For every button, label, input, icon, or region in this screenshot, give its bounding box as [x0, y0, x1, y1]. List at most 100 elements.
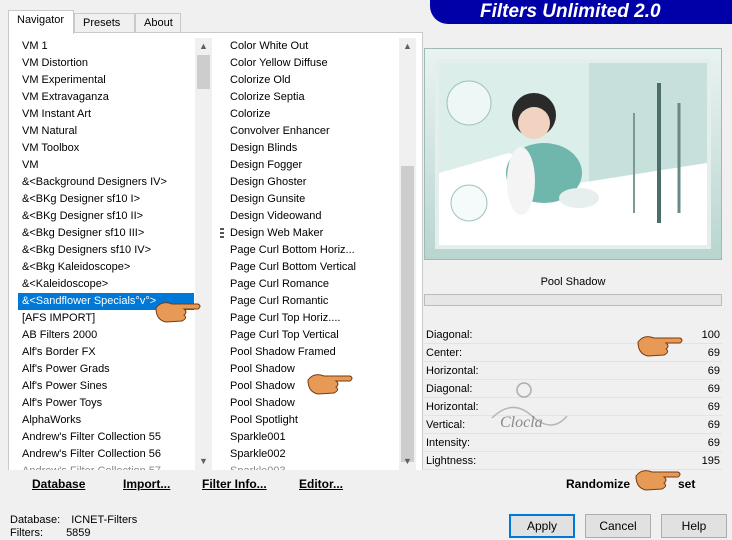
filter-item[interactable]: Page Curl Top Horiz....	[226, 310, 398, 327]
filter-item[interactable]: Design Gunsite	[226, 191, 398, 208]
category-scroll-thumb[interactable]	[197, 55, 210, 89]
category-item[interactable]: AlphaWorks	[18, 412, 194, 429]
filter-item[interactable]: Pool Shadow Framed	[226, 344, 398, 361]
parameter-row[interactable]: Horizontal: 69	[424, 398, 722, 416]
filter-item[interactable]: Colorize	[226, 106, 398, 123]
tab-presets[interactable]: Presets	[74, 13, 135, 33]
category-item[interactable]: &<BKg Designer sf10 II>	[18, 208, 194, 225]
filter-item[interactable]: Design Fogger	[226, 157, 398, 174]
category-item[interactable]: VM Experimental	[18, 72, 194, 89]
filter-list[interactable]: Color White Out Color Yellow Diffuse Color…	[226, 38, 398, 470]
pointing-hand-icon	[155, 302, 201, 323]
scroll-up-icon[interactable]: ▲	[399, 38, 416, 55]
parameter-row[interactable]: Intensity: 69	[424, 434, 722, 452]
watermark-text: Clocla	[500, 414, 543, 431]
filter-item[interactable]: Page Curl Top Vertical	[226, 327, 398, 344]
parameter-label: Vertical:	[426, 419, 466, 431]
tab-bar: Navigator Presets About	[8, 10, 428, 34]
filter-info-button[interactable]: Filter Info...	[202, 474, 267, 494]
category-items: VM 1 VM Distortion VM Experimental VM Extra…	[18, 38, 194, 470]
database-button[interactable]: Database	[32, 474, 85, 494]
winter-scene-illustration	[439, 63, 707, 245]
category-item[interactable]: &<BKg Designer sf10 I>	[18, 191, 194, 208]
parameter-row[interactable]: Vertical: 69	[424, 416, 722, 434]
filter-item[interactable]: Color White Out	[226, 38, 398, 55]
category-item[interactable]: &<Background Designers IV>	[18, 174, 194, 191]
filter-item[interactable]: Convolver Enhancer	[226, 123, 398, 140]
scroll-down-icon[interactable]: ▼	[399, 453, 416, 470]
pointing-hand-icon	[307, 374, 353, 395]
editor-button[interactable]: Editor...	[299, 474, 343, 494]
current-filter-name: Pool Shadow	[540, 276, 606, 288]
category-list[interactable]: VM 1 VM Distortion VM Experimental VM Extra…	[18, 38, 194, 470]
randomize-button[interactable]: Randomize	[566, 474, 630, 494]
app-title-banner: Filters Unlimited 2.0	[430, 0, 732, 24]
category-item[interactable]: VM Extravaganza	[18, 89, 194, 106]
filter-item[interactable]: Design Ghoster	[226, 174, 398, 191]
filter-item[interactable]: Page Curl Romantic	[226, 293, 398, 310]
navigator-toolbar: Database Import... Filter Info... Editor…	[8, 470, 423, 498]
filter-item[interactable]: Pool Spotlight	[226, 412, 398, 429]
cancel-button[interactable]: Cancel	[585, 514, 651, 538]
parameter-label: Horizontal:	[426, 365, 479, 377]
category-item[interactable]: &<Bkg Designer sf10 III>	[18, 225, 194, 242]
help-button[interactable]: Help	[661, 514, 727, 538]
filter-item[interactable]: Pool Shadow	[226, 395, 398, 412]
filter-item[interactable]: Color Yellow Diffuse	[226, 55, 398, 72]
filter-scrollbar[interactable]: ▲ ▼	[399, 38, 416, 470]
filter-item[interactable]: Page Curl Bottom Vertical	[226, 259, 398, 276]
filter-item[interactable]: Page Curl Bottom Horiz...	[226, 242, 398, 259]
category-item[interactable]: Alf's Power Toys	[18, 395, 194, 412]
filter-item[interactable]: Design Videowand	[226, 208, 398, 225]
category-item[interactable]: VM Natural	[18, 123, 194, 140]
apply-button[interactable]: Apply	[509, 514, 575, 538]
scroll-up-icon[interactable]: ▲	[195, 38, 212, 55]
filter-item[interactable]: Colorize Septia	[226, 89, 398, 106]
parameter-value[interactable]: 100	[702, 326, 720, 344]
tab-about[interactable]: About	[135, 13, 181, 33]
parameter-value[interactable]: 69	[708, 362, 720, 380]
parameter-value[interactable]: 69	[708, 416, 720, 434]
pointing-hand-icon	[635, 470, 681, 491]
category-item[interactable]: VM Toolbox	[18, 140, 194, 157]
status-filters: Filters: 5859	[10, 527, 91, 540]
parameter-label: Horizontal:	[426, 401, 479, 413]
category-item[interactable]: Andrew's Filter Collection 56	[18, 446, 194, 463]
progress-bar	[424, 294, 722, 306]
parameter-value[interactable]: 69	[708, 380, 720, 398]
category-item[interactable]: AB Filters 2000	[18, 327, 194, 344]
category-item[interactable]: Alf's Power Grads	[18, 361, 194, 378]
filter-item[interactable]: Sparkle002	[226, 446, 398, 463]
category-item[interactable]: &<Kaleidoscope>	[18, 276, 194, 293]
category-item[interactable]: Andrew's Filter Collection 55	[18, 429, 194, 446]
status-database: Database: ICNET-Filters	[10, 514, 137, 527]
import-button[interactable]: Import...	[123, 474, 170, 494]
tab-navigator[interactable]: Navigator	[8, 10, 74, 34]
category-item[interactable]: VM Distortion	[18, 55, 194, 72]
scroll-down-icon[interactable]: ▼	[195, 453, 212, 470]
category-item[interactable]: VM 1	[18, 38, 194, 55]
category-item[interactable]: Alf's Border FX	[18, 344, 194, 361]
filter-item[interactable]: Colorize Old	[226, 72, 398, 89]
preview-image	[435, 59, 711, 249]
filter-scroll-thumb[interactable]	[401, 166, 414, 462]
category-item[interactable]: VM	[18, 157, 194, 174]
filter-item[interactable]: Sparkle001	[226, 429, 398, 446]
parameter-value[interactable]: 69	[708, 344, 720, 362]
parameter-value[interactable]: 195	[702, 452, 720, 470]
parameter-row[interactable]: Horizontal: 69	[424, 362, 722, 380]
category-item[interactable]: Andrew's Filter Collection 57	[18, 463, 194, 470]
parameter-value[interactable]: 69	[708, 434, 720, 452]
parameter-value[interactable]: 69	[708, 398, 720, 416]
filter-item[interactable]: Design Blinds	[226, 140, 398, 157]
category-item[interactable]: &<Bkg Kaleidoscope>	[18, 259, 194, 276]
category-item[interactable]: Alf's Power Sines	[18, 378, 194, 395]
parameter-row[interactable]: Diagonal: 69	[424, 380, 722, 398]
category-item[interactable]: &<Bkg Designers sf10 IV>	[18, 242, 194, 259]
filter-item[interactable]: Sparkle003	[226, 463, 398, 470]
filter-item[interactable]: Design Web Maker	[226, 225, 398, 242]
category-item[interactable]: VM Instant Art	[18, 106, 194, 123]
filter-item[interactable]: Page Curl Romance	[226, 276, 398, 293]
parameter-label: Diagonal:	[426, 329, 473, 341]
category-scrollbar[interactable]: ▲ ▼	[195, 38, 212, 470]
